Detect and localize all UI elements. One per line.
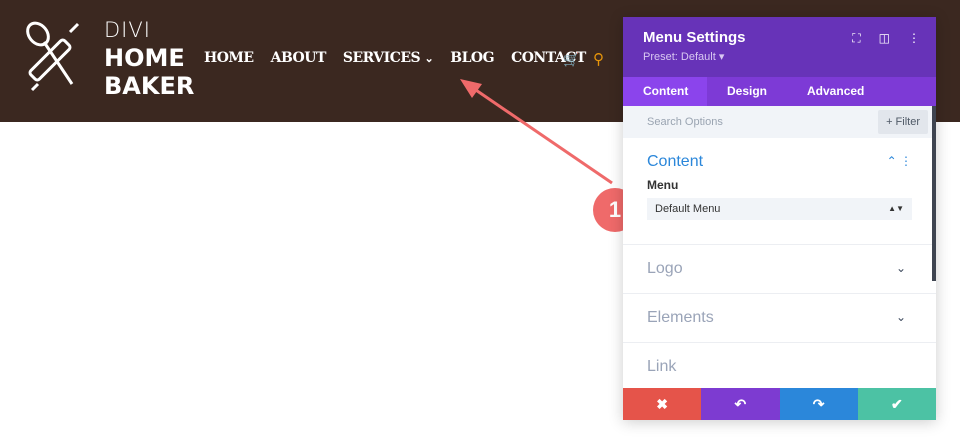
- save-button[interactable]: ✔: [857, 388, 936, 420]
- panel-tabs: Content Design Advanced: [623, 77, 936, 106]
- tab-content[interactable]: Content: [623, 77, 707, 106]
- chevron-up-icon[interactable]: ⌃ ⋮: [887, 154, 912, 168]
- split-view-icon[interactable]: ◫: [879, 31, 890, 46]
- section-link[interactable]: Link: [623, 343, 936, 392]
- section-logo[interactable]: Logo ⌄: [623, 245, 936, 294]
- section-logo-title: Logo: [647, 260, 683, 277]
- section-elements[interactable]: Elements ⌄: [623, 294, 936, 343]
- search-options-input[interactable]: Search Options + Filter: [623, 106, 936, 138]
- panel-header: Menu Settings Preset: Default ▾ ⛶ ◫ ⋮: [623, 17, 936, 77]
- more-options-icon[interactable]: ⋮: [908, 31, 920, 46]
- menu-select[interactable]: Default Menu ▲▼: [647, 198, 912, 220]
- select-arrows-icon: ▲▼: [888, 204, 904, 213]
- section-content: Content ⌃ ⋮ Menu Default Menu ▲▼: [623, 138, 936, 245]
- menu-select-value: Default Menu: [655, 203, 721, 215]
- section-link-title: Link: [647, 358, 677, 375]
- filter-button[interactable]: + Filter: [878, 110, 928, 134]
- cancel-button[interactable]: ✖: [623, 388, 702, 420]
- tab-design[interactable]: Design: [707, 77, 787, 106]
- redo-button[interactable]: ↷: [779, 388, 858, 420]
- preset-dropdown[interactable]: Preset: Default ▾: [643, 50, 916, 63]
- tab-advanced[interactable]: Advanced: [787, 77, 884, 106]
- scrollbar[interactable]: [932, 106, 936, 281]
- section-elements-title: Elements: [647, 309, 714, 326]
- fullscreen-icon[interactable]: ⛶: [852, 31, 860, 46]
- undo-button[interactable]: ↶: [701, 388, 780, 420]
- chevron-down-icon: ⌄: [895, 310, 906, 324]
- chevron-down-icon: ⌄: [895, 261, 906, 275]
- panel-footer: ✖ ↶ ↷ ✔: [623, 388, 936, 420]
- search-placeholder: Search Options: [647, 116, 723, 128]
- menu-settings-panel: Menu Settings Preset: Default ▾ ⛶ ◫ ⋮ Co…: [623, 17, 936, 420]
